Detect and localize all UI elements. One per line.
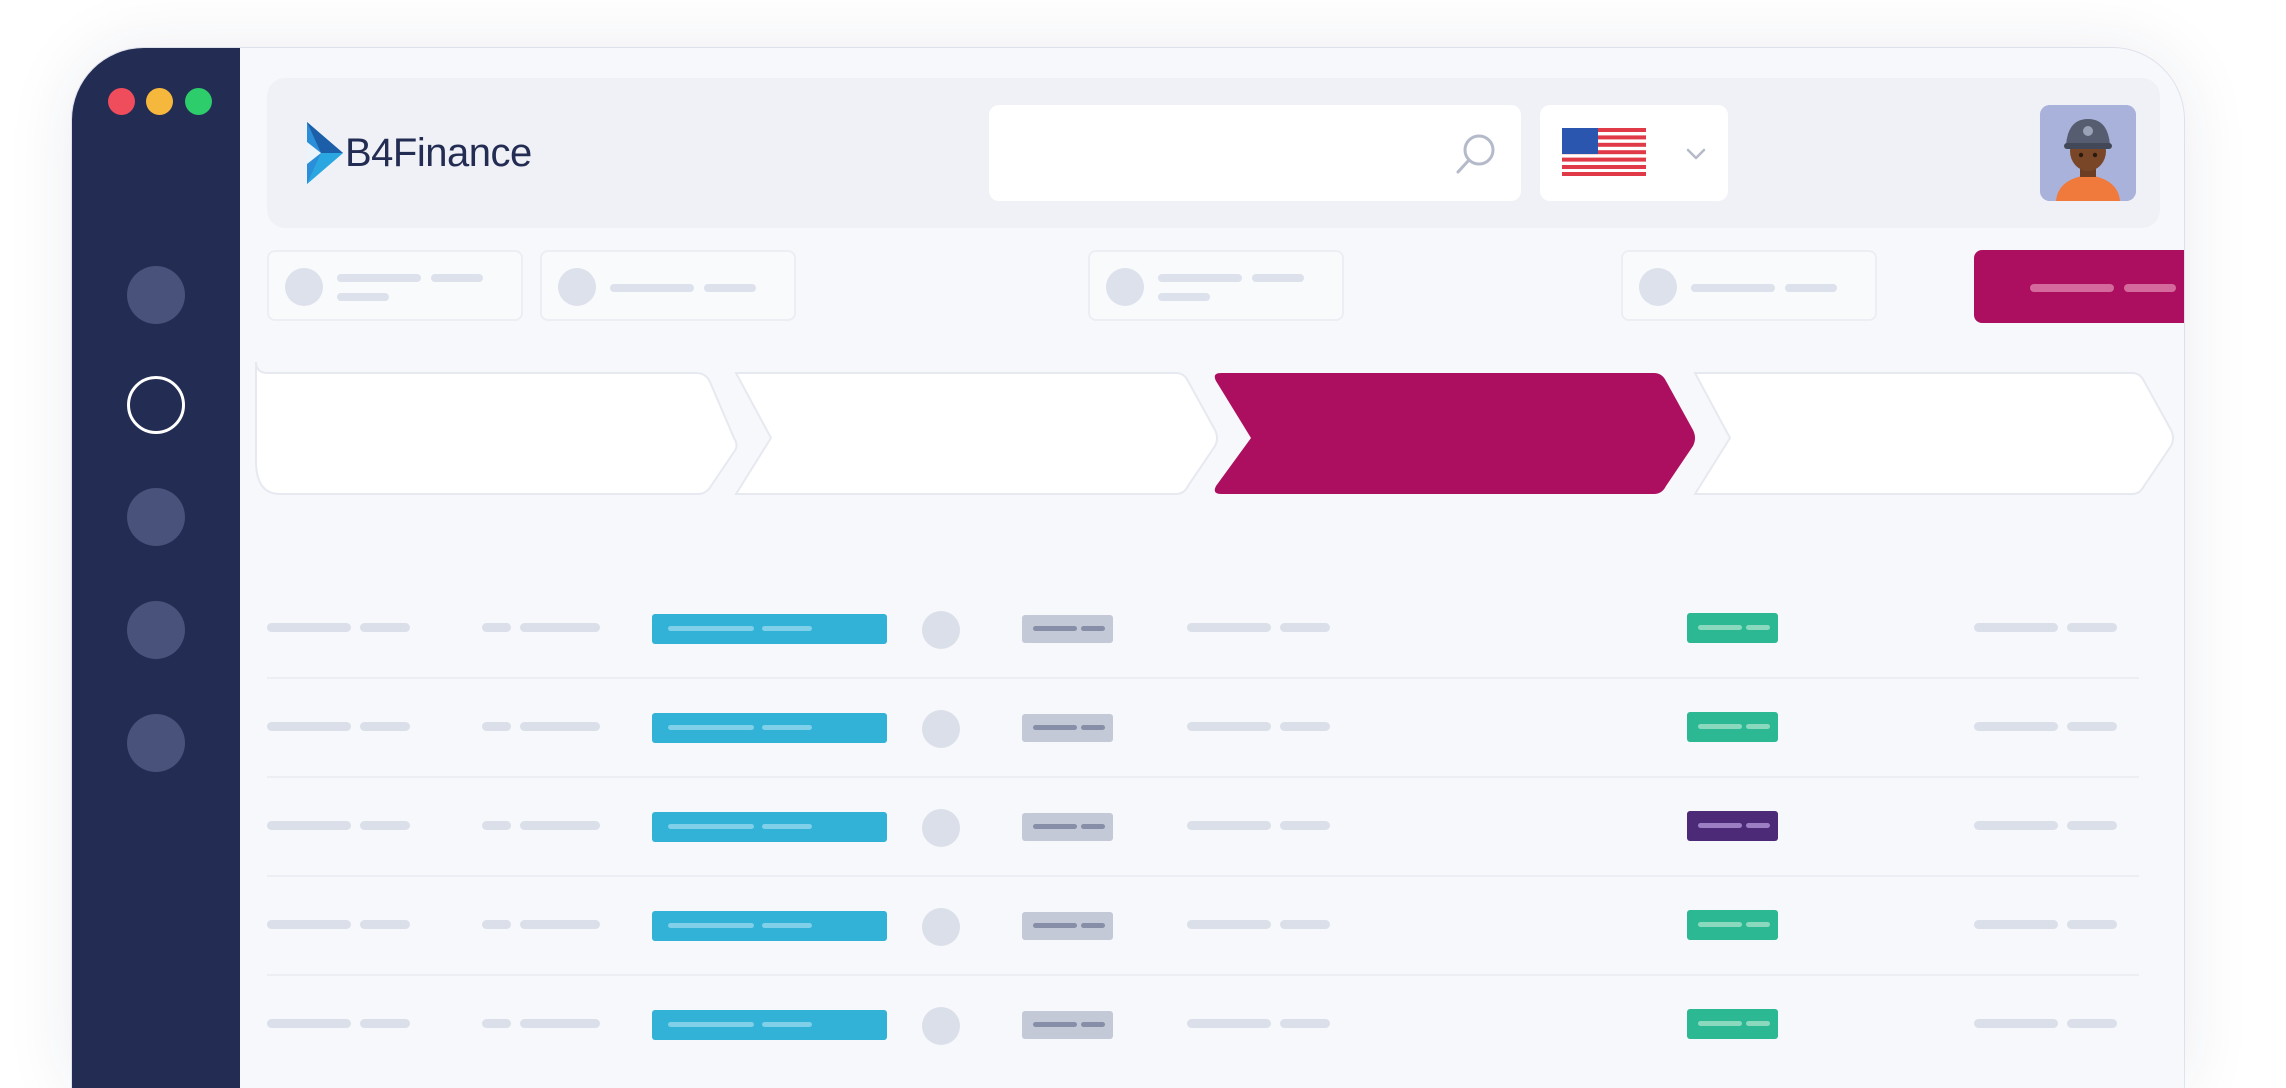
- window-maximize-dot[interactable]: [185, 88, 212, 115]
- category-tag: [652, 812, 887, 842]
- status-badge: [1687, 811, 1778, 841]
- status-badge: [1687, 712, 1778, 742]
- sidebar: [72, 48, 240, 1088]
- row-avatar: [922, 908, 960, 946]
- step-2[interactable]: [734, 372, 1218, 495]
- row-avatar: [922, 611, 960, 649]
- category-tag: [652, 1010, 887, 1040]
- category-tag: [652, 713, 887, 743]
- sidebar-item-2-active[interactable]: [127, 376, 185, 434]
- type-tag: [1022, 912, 1113, 940]
- table-row[interactable]: [267, 679, 2139, 778]
- sidebar-item-3[interactable]: [127, 488, 185, 546]
- progress-steps: [255, 361, 2174, 495]
- window-close-dot[interactable]: [108, 88, 135, 115]
- status-badge: [1687, 910, 1778, 940]
- table-row[interactable]: [267, 877, 2139, 976]
- row-avatar: [922, 710, 960, 748]
- app-window: B4Finance: [72, 48, 2184, 1088]
- sidebar-item-4[interactable]: [127, 601, 185, 659]
- row-avatar: [922, 809, 960, 847]
- sidebar-item-1[interactable]: [127, 266, 185, 324]
- type-tag: [1022, 813, 1113, 841]
- table-row[interactable]: [267, 778, 2139, 877]
- window-minimize-dot[interactable]: [146, 88, 173, 115]
- status-badge: [1687, 1009, 1778, 1039]
- sidebar-item-5[interactable]: [127, 714, 185, 772]
- row-avatar: [922, 1007, 960, 1045]
- step-1[interactable]: [255, 361, 738, 495]
- category-tag: [652, 614, 887, 644]
- table-row[interactable]: [267, 580, 2139, 679]
- category-tag: [652, 911, 887, 941]
- type-tag: [1022, 1011, 1113, 1039]
- type-tag: [1022, 615, 1113, 643]
- status-badge: [1687, 613, 1778, 643]
- step-4[interactable]: [1693, 372, 2174, 495]
- main-content: B4Finance: [240, 48, 2184, 1088]
- table-row[interactable]: [267, 976, 2139, 1075]
- step-3-active[interactable]: [1214, 373, 1695, 494]
- type-tag: [1022, 714, 1113, 742]
